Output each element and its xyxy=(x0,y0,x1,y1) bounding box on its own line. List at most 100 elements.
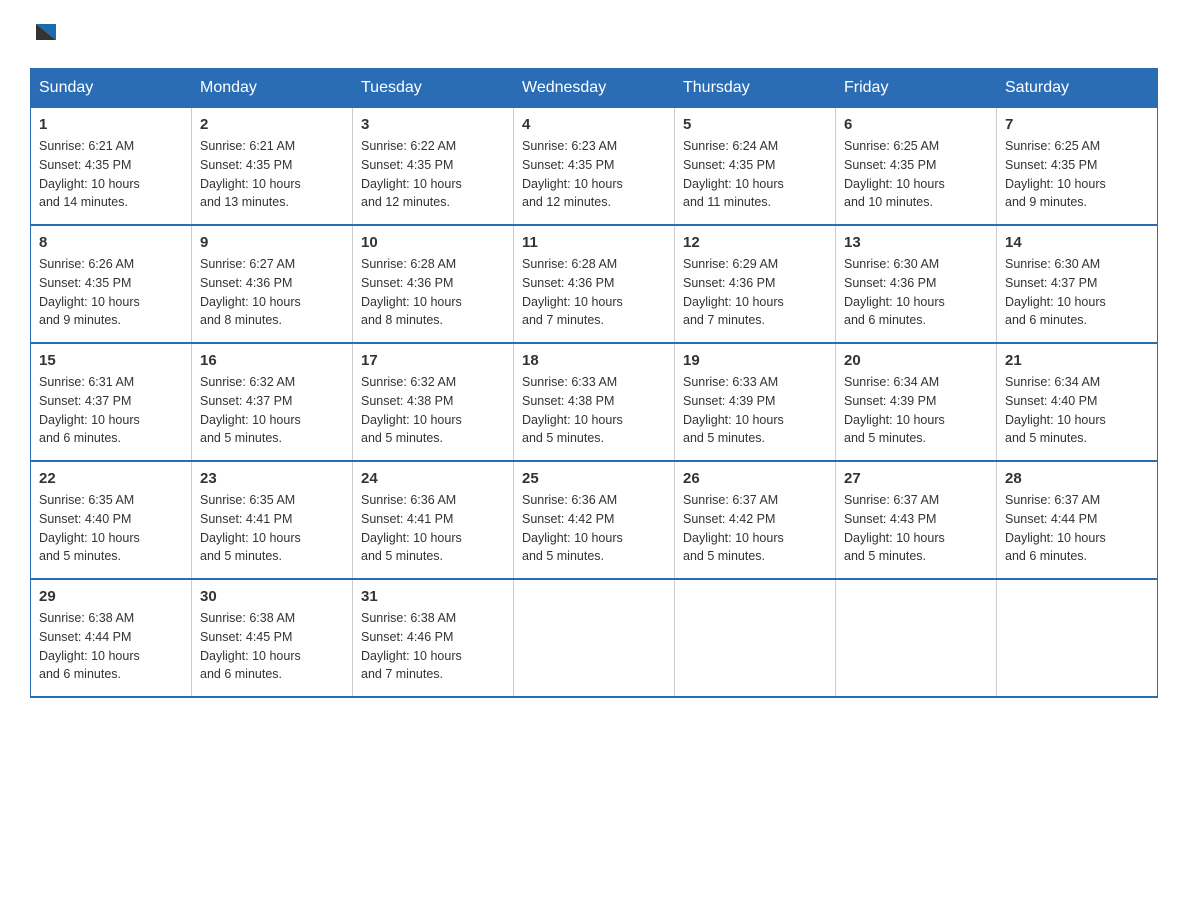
day-info: Sunrise: 6:28 AMSunset: 4:36 PMDaylight:… xyxy=(361,255,505,330)
calendar-cell: 2 Sunrise: 6:21 AMSunset: 4:35 PMDaylight… xyxy=(192,108,353,226)
day-number: 11 xyxy=(522,234,666,251)
day-number: 1 xyxy=(39,116,183,133)
day-info: Sunrise: 6:27 AMSunset: 4:36 PMDaylight:… xyxy=(200,255,344,330)
day-number: 10 xyxy=(361,234,505,251)
day-of-week-header: Saturday xyxy=(997,69,1158,108)
day-info: Sunrise: 6:30 AMSunset: 4:36 PMDaylight:… xyxy=(844,255,988,330)
day-of-week-header: Friday xyxy=(836,69,997,108)
calendar-table: SundayMondayTuesdayWednesdayThursdayFrid… xyxy=(30,68,1158,698)
day-number: 17 xyxy=(361,352,505,369)
day-number: 31 xyxy=(361,588,505,605)
day-info: Sunrise: 6:33 AMSunset: 4:39 PMDaylight:… xyxy=(683,373,827,448)
calendar-cell: 29Sunrise: 6:38 AMSunset: 4:44 PMDayligh… xyxy=(31,579,192,697)
calendar-cell: 10 Sunrise: 6:28 AMSunset: 4:36 PMDayligh… xyxy=(353,225,514,343)
calendar-cell: 28 Sunrise: 6:37 AMSunset: 4:44 PMDayligh… xyxy=(997,461,1158,579)
calendar-cell: 30 Sunrise: 6:38 AMSunset: 4:45 PMDayligh… xyxy=(192,579,353,697)
day-number: 7 xyxy=(1005,116,1149,133)
day-info: Sunrise: 6:22 AMSunset: 4:35 PMDaylight:… xyxy=(361,137,505,212)
calendar-cell: 25 Sunrise: 6:36 AMSunset: 4:42 PMDayligh… xyxy=(514,461,675,579)
day-info: Sunrise: 6:32 AMSunset: 4:38 PMDaylight:… xyxy=(361,373,505,448)
day-info: Sunrise: 6:25 AMSunset: 4:35 PMDaylight:… xyxy=(1005,137,1149,212)
day-info: Sunrise: 6:21 AMSunset: 4:35 PMDaylight:… xyxy=(200,137,344,212)
day-info: Sunrise: 6:37 AMSunset: 4:43 PMDaylight:… xyxy=(844,491,988,566)
calendar-cell: 22 Sunrise: 6:35 AMSunset: 4:40 PMDayligh… xyxy=(31,461,192,579)
calendar-header-row: SundayMondayTuesdayWednesdayThursdayFrid… xyxy=(31,69,1158,108)
day-of-week-header: Monday xyxy=(192,69,353,108)
day-info: Sunrise: 6:36 AMSunset: 4:42 PMDaylight:… xyxy=(522,491,666,566)
day-info: Sunrise: 6:37 AMSunset: 4:42 PMDaylight:… xyxy=(683,491,827,566)
day-info: Sunrise: 6:35 AMSunset: 4:40 PMDaylight:… xyxy=(39,491,183,566)
day-number: 4 xyxy=(522,116,666,133)
day-number: 30 xyxy=(200,588,344,605)
day-number: 19 xyxy=(683,352,827,369)
day-number: 28 xyxy=(1005,470,1149,487)
day-number: 20 xyxy=(844,352,988,369)
day-number: 2 xyxy=(200,116,344,133)
day-number: 8 xyxy=(39,234,183,251)
day-info: Sunrise: 6:34 AMSunset: 4:39 PMDaylight:… xyxy=(844,373,988,448)
calendar-cell: 4 Sunrise: 6:23 AMSunset: 4:35 PMDaylight… xyxy=(514,108,675,226)
calendar-cell: 12Sunrise: 6:29 AMSunset: 4:36 PMDayligh… xyxy=(675,225,836,343)
day-info: Sunrise: 6:34 AMSunset: 4:40 PMDaylight:… xyxy=(1005,373,1149,448)
calendar-cell: 26 Sunrise: 6:37 AMSunset: 4:42 PMDayligh… xyxy=(675,461,836,579)
day-info: Sunrise: 6:37 AMSunset: 4:44 PMDaylight:… xyxy=(1005,491,1149,566)
calendar-cell: 8 Sunrise: 6:26 AMSunset: 4:35 PMDaylight… xyxy=(31,225,192,343)
day-info: Sunrise: 6:21 AMSunset: 4:35 PMDaylight:… xyxy=(39,137,183,212)
logo xyxy=(30,20,60,48)
day-number: 15 xyxy=(39,352,183,369)
day-of-week-header: Wednesday xyxy=(514,69,675,108)
day-number: 22 xyxy=(39,470,183,487)
day-info: Sunrise: 6:24 AMSunset: 4:35 PMDaylight:… xyxy=(683,137,827,212)
calendar-week-row: 15 Sunrise: 6:31 AMSunset: 4:37 PMDayligh… xyxy=(31,343,1158,461)
calendar-week-row: 22 Sunrise: 6:35 AMSunset: 4:40 PMDayligh… xyxy=(31,461,1158,579)
calendar-cell: 3 Sunrise: 6:22 AMSunset: 4:35 PMDaylight… xyxy=(353,108,514,226)
calendar-cell: 18 Sunrise: 6:33 AMSunset: 4:38 PMDayligh… xyxy=(514,343,675,461)
calendar-week-row: 1 Sunrise: 6:21 AMSunset: 4:35 PMDaylight… xyxy=(31,108,1158,226)
day-number: 25 xyxy=(522,470,666,487)
day-info: Sunrise: 6:31 AMSunset: 4:37 PMDaylight:… xyxy=(39,373,183,448)
day-info: Sunrise: 6:35 AMSunset: 4:41 PMDaylight:… xyxy=(200,491,344,566)
calendar-cell: 16Sunrise: 6:32 AMSunset: 4:37 PMDayligh… xyxy=(192,343,353,461)
day-number: 26 xyxy=(683,470,827,487)
calendar-cell: 19 Sunrise: 6:33 AMSunset: 4:39 PMDayligh… xyxy=(675,343,836,461)
day-info: Sunrise: 6:25 AMSunset: 4:35 PMDaylight:… xyxy=(844,137,988,212)
calendar-week-row: 8 Sunrise: 6:26 AMSunset: 4:35 PMDaylight… xyxy=(31,225,1158,343)
day-info: Sunrise: 6:33 AMSunset: 4:38 PMDaylight:… xyxy=(522,373,666,448)
calendar-cell: 15 Sunrise: 6:31 AMSunset: 4:37 PMDayligh… xyxy=(31,343,192,461)
day-info: Sunrise: 6:29 AMSunset: 4:36 PMDaylight:… xyxy=(683,255,827,330)
calendar-cell: 7 Sunrise: 6:25 AMSunset: 4:35 PMDaylight… xyxy=(997,108,1158,226)
day-number: 13 xyxy=(844,234,988,251)
page-header xyxy=(30,20,1158,48)
day-number: 3 xyxy=(361,116,505,133)
calendar-cell xyxy=(675,579,836,697)
day-info: Sunrise: 6:38 AMSunset: 4:45 PMDaylight:… xyxy=(200,609,344,684)
day-number: 21 xyxy=(1005,352,1149,369)
calendar-week-row: 29Sunrise: 6:38 AMSunset: 4:44 PMDayligh… xyxy=(31,579,1158,697)
calendar-cell: 5 Sunrise: 6:24 AMSunset: 4:35 PMDaylight… xyxy=(675,108,836,226)
day-number: 9 xyxy=(200,234,344,251)
calendar-cell xyxy=(514,579,675,697)
day-number: 18 xyxy=(522,352,666,369)
calendar-cell: 27 Sunrise: 6:37 AMSunset: 4:43 PMDayligh… xyxy=(836,461,997,579)
day-number: 5 xyxy=(683,116,827,133)
day-number: 27 xyxy=(844,470,988,487)
day-info: Sunrise: 6:28 AMSunset: 4:36 PMDaylight:… xyxy=(522,255,666,330)
calendar-cell: 13 Sunrise: 6:30 AMSunset: 4:36 PMDayligh… xyxy=(836,225,997,343)
calendar-cell: 9 Sunrise: 6:27 AMSunset: 4:36 PMDaylight… xyxy=(192,225,353,343)
day-info: Sunrise: 6:30 AMSunset: 4:37 PMDaylight:… xyxy=(1005,255,1149,330)
calendar-cell: 14Sunrise: 6:30 AMSunset: 4:37 PMDayligh… xyxy=(997,225,1158,343)
day-of-week-header: Tuesday xyxy=(353,69,514,108)
calendar-cell: 24Sunrise: 6:36 AMSunset: 4:41 PMDayligh… xyxy=(353,461,514,579)
day-of-week-header: Thursday xyxy=(675,69,836,108)
calendar-cell: 1 Sunrise: 6:21 AMSunset: 4:35 PMDaylight… xyxy=(31,108,192,226)
day-info: Sunrise: 6:26 AMSunset: 4:35 PMDaylight:… xyxy=(39,255,183,330)
calendar-cell: 11 Sunrise: 6:28 AMSunset: 4:36 PMDayligh… xyxy=(514,225,675,343)
calendar-cell: 17 Sunrise: 6:32 AMSunset: 4:38 PMDayligh… xyxy=(353,343,514,461)
day-info: Sunrise: 6:23 AMSunset: 4:35 PMDaylight:… xyxy=(522,137,666,212)
calendar-cell: 21 Sunrise: 6:34 AMSunset: 4:40 PMDayligh… xyxy=(997,343,1158,461)
day-of-week-header: Sunday xyxy=(31,69,192,108)
day-number: 16 xyxy=(200,352,344,369)
calendar-cell: 23Sunrise: 6:35 AMSunset: 4:41 PMDayligh… xyxy=(192,461,353,579)
day-number: 29 xyxy=(39,588,183,605)
day-info: Sunrise: 6:36 AMSunset: 4:41 PMDaylight:… xyxy=(361,491,505,566)
